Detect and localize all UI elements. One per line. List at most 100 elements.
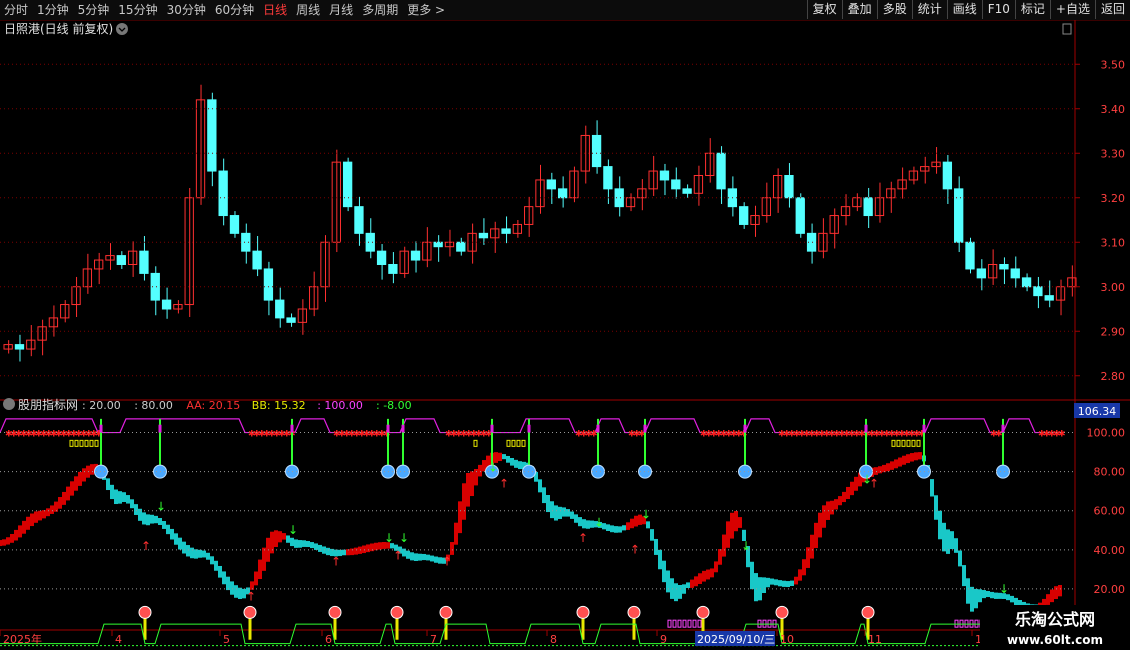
candle-body (478, 232, 489, 239)
magenta-marker (682, 619, 687, 628)
toolbar-button-0[interactable]: 复权 (806, 0, 842, 19)
toolbar-button-6[interactable]: 标记 (1014, 0, 1050, 19)
yellow-marker (506, 439, 511, 447)
period-tab-8[interactable]: 月线 (329, 2, 353, 18)
candle-body (354, 206, 364, 234)
toolbar-button-3[interactable]: 统计 (911, 0, 947, 19)
magenta-marker (677, 619, 682, 628)
toolbar-button-2[interactable]: 多股 (876, 0, 912, 19)
indicator-chevron-icon (3, 398, 15, 410)
yellow-marker (69, 439, 74, 447)
candle-body (410, 250, 421, 261)
candle-body (161, 299, 172, 310)
yellow-marker (473, 439, 478, 447)
price-tick-label: 2.90 (1101, 325, 1126, 338)
period-tab-1[interactable]: 1分钟 (37, 2, 69, 18)
candle-body (1010, 268, 1020, 279)
x-axis-label: 10 (780, 633, 794, 646)
indicator-current-value: 106.34 (1078, 405, 1117, 418)
down-arrow-icon: ↓ (288, 523, 298, 537)
magenta-marker (697, 619, 702, 628)
up-arrow-icon: ↑ (246, 590, 256, 604)
price-tick-label: 3.30 (1101, 147, 1126, 160)
indicator-tick-label: 80.00 (1094, 466, 1126, 479)
yellow-marker (516, 439, 521, 447)
toolbar-button-8[interactable]: 返回 (1094, 0, 1130, 19)
toolbar-buttons: 复权 叠加 多股 统计 画线 F10 标记 +自选 返回 (806, 0, 1130, 19)
candle-body (942, 161, 953, 190)
bottom-signal-ball (627, 605, 641, 619)
indicator-param-1: : 80.00 (134, 399, 173, 412)
period-tab-6[interactable]: 日线 (263, 2, 287, 18)
period-tab-2[interactable]: 5分钟 (78, 2, 110, 18)
toolbar-button-4[interactable]: 画线 (946, 0, 982, 19)
period-tab-9[interactable]: 多周期 (362, 2, 398, 18)
title-chevron-icon (116, 23, 128, 35)
candle-body (965, 241, 975, 270)
main-pane-title: 日照港(日线 前复权) (4, 21, 113, 36)
candle-body (557, 188, 568, 199)
period-tab-7[interactable]: 周线 (296, 2, 320, 18)
toolbar-button-5[interactable]: F10 (981, 0, 1015, 19)
price-tick-label: 2.80 (1101, 370, 1126, 383)
candle-body (252, 250, 262, 270)
yellow-marker (89, 439, 94, 447)
indicator-param-4: : 100.00 (317, 399, 363, 412)
indicator-param-0: : 20.00 (82, 399, 121, 412)
price-tick-label: 3.50 (1101, 58, 1126, 71)
top-toolbar: 分时 1分钟 5分钟 15分钟 30分钟 60分钟 日线 周线 月线 多周期 更多 > 复权 叠加 多股… (0, 0, 1130, 21)
candle-body (388, 264, 398, 274)
candle-body (682, 188, 692, 194)
up-arrow-icon: ↑ (442, 554, 452, 568)
period-tab-0[interactable]: 分时 (4, 2, 28, 18)
top-red-marker: ✱ (590, 430, 598, 440)
yellow-marker (511, 439, 516, 447)
candle-body (433, 241, 443, 248)
candle-body (671, 179, 681, 190)
x-axis-label: 11 (868, 633, 882, 646)
period-tabs: 分时 1分钟 5分钟 15分钟 30分钟 60分钟 日线 周线 月线 多周期 更多 > (4, 2, 445, 18)
bottom-signal-ball (861, 605, 875, 619)
toolbar-button-1[interactable]: 叠加 (841, 0, 877, 19)
x-axis-label: 7 (430, 633, 437, 646)
candle-body (739, 206, 749, 225)
pane-maximize-icon (1062, 23, 1072, 35)
candle-body (275, 299, 285, 319)
candle-body (546, 179, 556, 190)
magenta-marker (687, 619, 692, 628)
bottom-signal-ball (439, 605, 453, 619)
candle-body (659, 170, 670, 181)
yellow-marker (84, 439, 89, 447)
x-axis-label: 8 (550, 633, 557, 646)
candle-body (591, 134, 602, 168)
candle-body (94, 259, 104, 270)
signal-ball (396, 464, 410, 479)
price-tick-label: 3.00 (1101, 281, 1126, 294)
yellow-marker (74, 439, 79, 447)
period-tab-10[interactable]: 更多 > (407, 2, 445, 18)
candle-body (1021, 277, 1032, 288)
toolbar-button-7[interactable]: +自选 (1049, 0, 1095, 19)
price-tick-label: 3.20 (1101, 192, 1126, 205)
candle-body (286, 317, 296, 323)
period-tab-3[interactable]: 15分钟 (118, 2, 157, 18)
signal-ball (591, 464, 605, 479)
candle-body (976, 268, 986, 279)
up-arrow-icon: ↑ (630, 543, 640, 557)
indicator-tick-label: 40.00 (1094, 544, 1126, 557)
indicator-tick-label: 100.00 (1087, 427, 1126, 440)
period-tab-5[interactable]: 60分钟 (215, 2, 254, 18)
down-arrow-icon: ↓ (741, 539, 751, 553)
indicator-tick-label: 20.00 (1094, 583, 1126, 596)
candle-body (501, 228, 511, 234)
price-tick-label: 3.40 (1101, 103, 1126, 116)
kline-chart: ✱✱✱✱✱✱✱✱✱✱✱✱✱✱✱✱✱✱✱ ✱✱✱✱✱✱✱✱ ✱✱✱✱✱✱✱✱✱✱✱ ✱✱… (0, 20, 1130, 650)
watermark-title: 乐淘公式网 (1015, 610, 1095, 629)
magenta-marker (672, 619, 677, 628)
period-tab-4[interactable]: 30分钟 (167, 2, 206, 18)
candle-body (999, 264, 1009, 270)
x-axis-label: 2025/09/10/三 (697, 633, 775, 646)
signal-ball (996, 464, 1010, 479)
magenta-marker (667, 619, 672, 628)
candle-body (1044, 295, 1054, 301)
